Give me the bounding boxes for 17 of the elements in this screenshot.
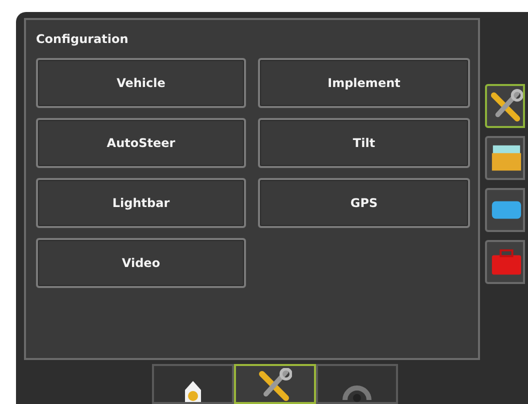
bottom-tab[interactable] bbox=[152, 364, 234, 404]
menu-button[interactable]: AutoSteer bbox=[36, 118, 246, 168]
menu-button[interactable]: Implement bbox=[258, 58, 470, 108]
toolbox-icon bbox=[490, 247, 523, 277]
side-tab[interactable] bbox=[485, 84, 525, 128]
tools-icon bbox=[258, 368, 292, 402]
panel-title: Configuration bbox=[36, 32, 128, 46]
side-tab[interactable] bbox=[485, 188, 525, 232]
bottom-tab[interactable] bbox=[234, 364, 316, 404]
menu-button[interactable]: Video bbox=[36, 238, 246, 288]
gauge-icon bbox=[342, 385, 372, 402]
menu-button[interactable]: Vehicle bbox=[36, 58, 246, 108]
side-tab[interactable] bbox=[485, 136, 525, 180]
menu-button[interactable]: GPS bbox=[258, 178, 470, 228]
menu-button[interactable]: Tilt bbox=[258, 118, 470, 168]
menu-button[interactable]: Lightbar bbox=[36, 178, 246, 228]
tools-icon bbox=[490, 89, 523, 123]
